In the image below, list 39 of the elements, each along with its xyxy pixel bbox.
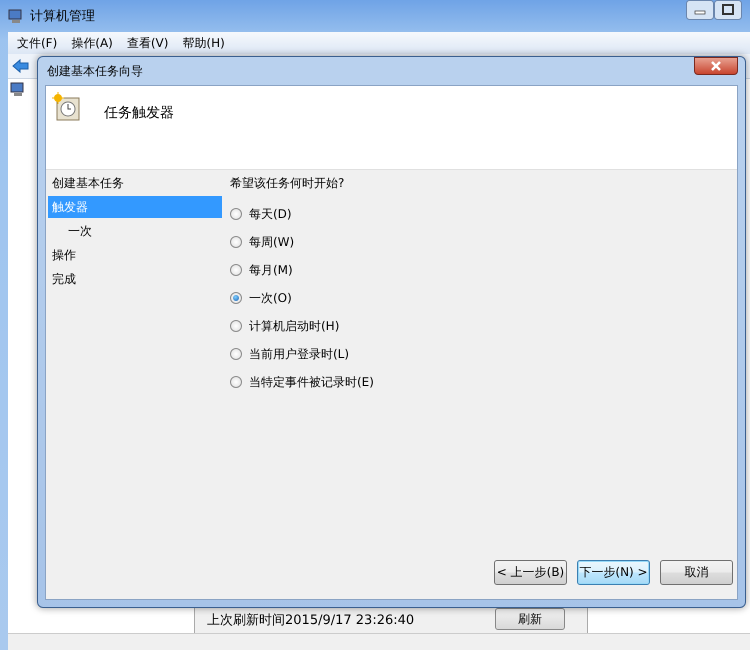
wizard-button[interactable]: 取消 [660, 560, 733, 585]
radio-button[interactable] [230, 236, 242, 248]
radio-label[interactable]: 当特定事件被记录时(E) [249, 374, 374, 390]
wizard-button[interactable]: 下一步(N) > [577, 560, 650, 585]
close-icon [710, 61, 722, 71]
maximize-button[interactable] [714, 0, 742, 20]
radio-label[interactable]: 当前用户登录时(L) [249, 346, 350, 362]
menu-item[interactable]: 帮助(H) [175, 34, 232, 52]
back-arrow-icon[interactable] [12, 58, 30, 74]
clock-icon [52, 92, 82, 122]
wizard-step[interactable]: 完成 [48, 268, 222, 290]
wizard-button[interactable]: < 上一步(B) [494, 560, 567, 585]
radio-label[interactable]: 每天(D) [249, 206, 292, 222]
refresh-button[interactable]: 刷新 [495, 608, 565, 630]
minimize-button[interactable] [686, 0, 714, 20]
radio-button[interactable] [230, 348, 242, 360]
menu-item[interactable]: 操作(A) [64, 34, 120, 52]
radio-button[interactable] [230, 208, 242, 220]
wizard-step[interactable]: 创建基本任务 [48, 172, 222, 194]
radio-button[interactable] [230, 264, 242, 276]
status-text: 上次刷新时间2015/9/17 23:26:40 [207, 612, 414, 629]
radio-label[interactable]: 计算机启动时(H) [249, 318, 340, 334]
computer-icon [8, 8, 24, 24]
close-button[interactable] [694, 57, 738, 75]
radio-button[interactable] [230, 292, 242, 304]
radio-button[interactable] [230, 320, 242, 332]
radio-label[interactable]: 一次(O) [249, 290, 292, 306]
dialog-title: 创建基本任务向导 [46, 62, 143, 80]
radio-button[interactable] [230, 376, 242, 388]
computer-icon [10, 81, 26, 97]
radio-label[interactable]: 每月(M) [249, 262, 293, 278]
menu-item[interactable]: 查看(V) [120, 34, 176, 52]
wizard-step[interactable]: 一次 [48, 220, 222, 242]
wizard-step[interactable]: 操作 [48, 244, 222, 266]
page-heading: 任务触发器 [104, 104, 174, 122]
menu-item[interactable]: 文件(F) [10, 34, 64, 52]
window-title: 计算机管理 [30, 8, 95, 25]
question-text: 希望该任务何时开始? [230, 175, 346, 192]
radio-label[interactable]: 每周(W) [249, 234, 294, 250]
